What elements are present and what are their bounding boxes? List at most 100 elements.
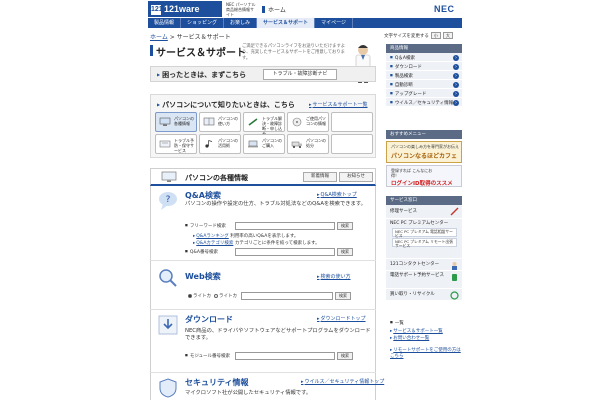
home-link[interactable]: ホーム [262,5,286,14]
login-id-banner-title: ログインID取得のススメ [391,181,453,187]
person-icon [452,262,457,270]
monitor-icon [161,171,177,182]
sidebar-recommended: おすすめメニュー パソコンの楽しみ方を専門家がお伝え パソコンなるほどカフェ 登… [386,130,462,187]
svg-text:?: ? [166,195,171,205]
know-item-label: パソコンの処分 [306,138,326,148]
web-search-title: Web検索 [185,272,221,281]
sidebar-premium-remote[interactable]: NEC PC プレミアム リモート出張サービス [392,237,457,248]
sidebar-contact-label: 121コンタクトセンター [390,262,440,267]
know-item-my-pc[interactable]: ご使用パソコンの情報 [287,112,329,132]
sidebar-item-qa[interactable]: Q＆A検索 [386,53,462,62]
sidebar-item-upgrade[interactable]: アップグレード [386,89,462,98]
breadcrumb-current: サービス＆サポート [176,34,231,41]
download-title: ダウンロード [185,315,233,324]
text-size-control: 文字サイズを変更する 小 大 [384,32,453,39]
qa-number-input[interactable] [235,248,335,256]
trouble-diagnosis-button[interactable]: トラブル・故障診断ナビ [263,69,337,80]
know-item-label: ご使用パソコンの情報 [306,116,326,126]
qa-free-word-row: フリーワード検索 検索 [185,222,353,230]
monitor-icon [159,117,171,126]
title-accent-bar [150,45,153,56]
nav-entertainment[interactable]: お楽しみ [224,18,258,28]
sidebar-repair[interactable]: 修理サービス [386,205,462,219]
know-item-blank-2 [331,134,373,154]
logo-121ware[interactable]: 121121ware [148,1,222,17]
nav-mypage[interactable]: マイページ [315,18,353,28]
sidebar-recycle[interactable]: 買い取り・リサイクル [386,289,462,301]
login-id-banner[interactable]: 登録すれば こんなにお得！ ログインID取得のススメ [386,165,462,187]
cafe-banner[interactable]: パソコンの楽しみ方を専門家がお伝え パソコンなるほどカフェ [386,141,462,163]
sidebar-item-download[interactable]: ダウンロード [386,62,462,71]
sidebar-inquiry-list-link[interactable]: お問い合わせ一覧 [386,335,462,342]
sidebar-recommended-heading: おすすめメニュー [386,130,462,139]
know-item-label: トラブル解決・故障診断・申し込み [262,116,282,136]
logo-text: 121ware [164,4,200,14]
download-module-row: モジュール番号検索 検索 [185,352,353,360]
news-button[interactable]: 新着情報 [303,172,337,182]
know-item-blank-1 [331,112,373,132]
security-description: マイクロソフト社が公開したセキュリティ情報です。 [185,390,312,396]
web-search-row: ライトカ ライトカ 検索 [185,292,351,300]
know-item-usage[interactable]: パソコンの活用術 [199,134,241,154]
login-id-banner-caption: 登録すれば こんなにお得！ [391,168,433,178]
text-size-small-button[interactable]: 小 [430,32,441,39]
page: 121121ware NEC パーソナル商品総合情報サイト ホーム NEC 製品… [0,0,610,400]
nec-logo[interactable]: NEC [434,4,455,14]
qa-free-word-input[interactable] [235,222,335,230]
sidebar-nec-pc-premium[interactable]: NEC PC プレミアムセンター NEC PC プレミアム 電話相談サービス N… [386,219,462,259]
sidebar-service-list-link[interactable]: サービス＆サポート一覧 [386,328,462,335]
sidebar-premium-phone[interactable]: NEC PC プレミアム 電話相談サービス [392,227,457,238]
info-panel-title: パソコンの各種情報 [185,174,248,182]
web-radio-2[interactable] [214,294,218,298]
sidebar-item-security[interactable]: ウイルス／セキュリティ情報 [386,98,462,107]
qa-ranking-row: Q&Aランキング 利用率の高いQ&Aを表示します。 [193,233,298,239]
logo-subtitle: NEC パーソナル商品総合情報サイト [226,2,256,17]
sidebar-repair-label: 修理サービス [390,209,417,214]
download-top-link[interactable]: ダウンロードトップ [317,315,366,322]
qa-free-word-search-button[interactable]: 検索 [337,222,353,230]
recycle-icon [450,291,459,300]
text-size-large-button[interactable]: 大 [442,32,453,39]
know-item-purchase[interactable]: パソコンのご購入 [243,134,285,154]
sidebar-contact-center[interactable]: 121コンタクトセンター [386,259,462,271]
qa-category-link[interactable]: Q&Aカテゴリ検索 [196,241,233,246]
service-support-list-link[interactable]: サービス＆サポート一覧 [309,101,368,108]
truck-icon [291,141,302,148]
web-radio-1[interactable] [188,294,192,298]
pen-icon [450,207,459,216]
security-top-link[interactable]: ウイルス／セキュリティ情報トップ [301,378,385,385]
know-item-maintenance[interactable]: トラブル予防・保守サービス [155,134,197,154]
web-search-howto-link[interactable]: 検索の使い方 [317,273,351,280]
sidebar-products: 商品情報 Q＆A検索 ダウンロード 製品検索 自動診断 アップグレード ウイルス… [386,44,462,107]
breadcrumb-home[interactable]: ホーム [150,34,168,41]
know-item-howto[interactable]: パソコンの使い方 [199,112,241,132]
sidebar-phone-reservation[interactable]: 電話サポート予約サービス [386,271,462,289]
qa-number-search-button[interactable]: 検索 [337,248,353,256]
sidebar-remote-support-link[interactable]: リモートサポートをご使用の方はこちら [386,348,462,360]
web-search-section: Web検索 検索の使い方 ライトカ ライトカ 検索 [150,261,376,309]
disc-icon [292,117,302,127]
nav-shopping[interactable]: ショッピング [181,18,225,28]
qa-top-link[interactable]: Q&A検索トップ [317,191,357,198]
notice-button[interactable]: お知らせ [339,172,373,182]
sidebar-item-product-search[interactable]: 製品検索 [386,71,462,80]
know-item-disposal[interactable]: パソコンの処分 [287,134,329,154]
know-item-info[interactable]: パソコンの各種情報 [155,112,197,132]
web-search-button[interactable]: 検索 [335,292,351,300]
global-nav: 製品情報 ショッピング お楽しみ サービス＆サポート マイページ [148,18,462,28]
info-panel-header: パソコンの各種情報 新着情報 お知らせ [150,168,376,186]
download-module-search-button[interactable]: 検索 [337,352,353,360]
sidebar-recycle-label: 買い取り・リサイクル [390,292,435,297]
web-search-input[interactable] [241,292,333,300]
qa-section: ? Q&A検索 Q&A検索トップ パソコンの操作や設定の仕方、トラブル対処法など… [150,186,376,260]
know-item-label: パソコンのご購入 [262,138,282,148]
qa-number-row: Q&A番号検索 検索 [185,248,353,256]
nav-service-support[interactable]: サービス＆サポート [257,18,316,28]
know-item-trouble[interactable]: トラブル解決・故障診断・申し込み [243,112,285,136]
download-module-input[interactable] [235,352,335,360]
know-item-label: パソコンの各種情報 [174,116,194,126]
qa-ranking-link[interactable]: Q&Aランキング [196,234,229,239]
qa-ranking-text: 利用率の高いQ&Aを表示します。 [230,234,299,239]
sidebar-item-auto-diagnosis[interactable]: 自動診断 [386,80,462,89]
nav-products[interactable]: 製品情報 [148,18,182,28]
